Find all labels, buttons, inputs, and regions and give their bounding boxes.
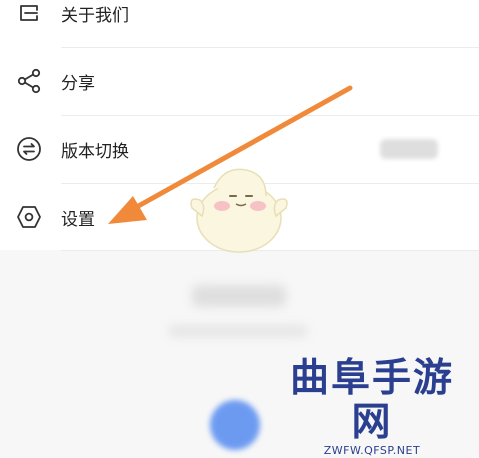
blurred-app-info (168, 325, 308, 337)
current-version-badge (380, 139, 438, 159)
watermark-title: 曲阜手游网 (289, 355, 454, 445)
book-icon (14, 0, 44, 28)
switch-icon (14, 134, 44, 164)
settings-hexagon-icon (14, 202, 44, 232)
share-icon (14, 66, 44, 96)
watermark-url: ZWFW.QFSP.NET (323, 444, 421, 457)
menu-item-about-us[interactable]: 关于我们 (0, 0, 479, 47)
site-watermark: 曲阜手游网 ZWFW.QFSP.NET (270, 356, 474, 457)
blurred-app-name (192, 285, 286, 307)
menu-item-label: 版本切换 (61, 141, 129, 162)
menu-item-label: 设置 (61, 209, 95, 230)
menu-item-label: 分享 (61, 73, 95, 94)
menu-item-share[interactable]: 分享 (0, 47, 479, 115)
menu-item-label: 关于我们 (61, 5, 129, 26)
floating-action-button[interactable] (210, 400, 260, 450)
watermark-mascot-image (186, 160, 292, 256)
